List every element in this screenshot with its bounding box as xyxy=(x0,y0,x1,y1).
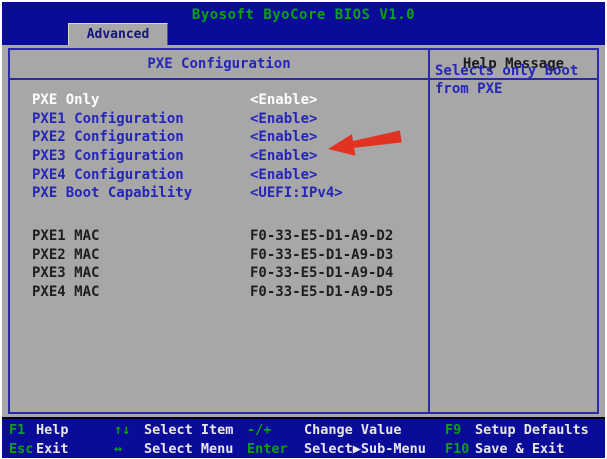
mac-value: F0-33-E5-D1-A9-D4 xyxy=(250,265,393,281)
setting-label: PXE1 Configuration xyxy=(32,111,184,127)
setting-label: PXE Only xyxy=(32,92,99,108)
setting-value[interactable]: <Enable> xyxy=(250,92,317,108)
setting-row-pxe4-configuration[interactable]: PXE4 Configuration <Enable> xyxy=(10,167,428,186)
action-select-menu: Select Menu xyxy=(144,440,233,459)
setting-label: PXE2 Configuration xyxy=(32,129,184,145)
content-frame: PXE Configuration PXE Only <Enable> PXE1… xyxy=(8,48,599,414)
key-hint-enter-submenu: Enter Select▶Sub-Menu xyxy=(247,440,426,459)
key-hint-column: -/+ Change Value Enter Select▶Sub-Menu xyxy=(247,421,426,459)
action-setup-defaults: Setup Defaults xyxy=(475,421,589,440)
key-enter: Enter xyxy=(247,440,304,459)
action-select-item: Select Item xyxy=(144,421,233,440)
mac-label: PXE3 MAC xyxy=(32,265,99,281)
mac-row-pxe4: PXE4 MAC F0-33-E5-D1-A9-D5 xyxy=(10,284,428,303)
key-hint-updown-select-item: ↑↓ Select Item xyxy=(114,421,233,440)
key-hint-leftright-select-menu: ↔ Select Menu xyxy=(114,440,233,459)
main-content: PXE Configuration PXE Only <Enable> PXE1… xyxy=(2,45,605,417)
mac-row-pxe1: PXE1 MAC F0-33-E5-D1-A9-D2 xyxy=(10,228,428,247)
action-change-value: Change Value xyxy=(304,421,402,440)
mac-address-list: PXE1 MAC F0-33-E5-D1-A9-D2 PXE2 MAC F0-3… xyxy=(10,228,428,303)
key-hint-esc-exit: Esc Exit xyxy=(9,440,69,459)
action-help: Help xyxy=(36,421,69,440)
key-f9: F9 xyxy=(445,421,475,440)
key-hint-column: ↑↓ Select Item ↔ Select Menu xyxy=(114,421,233,459)
key-f10: F10 xyxy=(445,440,475,459)
setting-value[interactable]: <UEFI:IPv4> xyxy=(250,185,343,201)
key-hint-f9-setup-defaults: F9 Setup Defaults xyxy=(445,421,589,440)
key-hint-column: F9 Setup Defaults F10 Save & Exit xyxy=(445,421,589,459)
help-pane: Help Message Selects only boot from PXE xyxy=(430,50,597,412)
setting-row-pxe-only[interactable]: PXE Only <Enable> xyxy=(10,92,428,111)
mac-label: PXE2 MAC xyxy=(32,247,99,263)
setting-label: PXE4 Configuration xyxy=(32,167,184,183)
mac-value: F0-33-E5-D1-A9-D3 xyxy=(250,247,393,263)
key-hint-column: F1 Help Esc Exit xyxy=(9,421,69,459)
mac-row-pxe3: PXE3 MAC F0-33-E5-D1-A9-D4 xyxy=(10,265,428,284)
key-esc: Esc xyxy=(9,440,36,459)
mac-value: F0-33-E5-D1-A9-D5 xyxy=(250,284,393,300)
setting-value[interactable]: <Enable> xyxy=(250,148,317,164)
tab-advanced[interactable]: Advanced xyxy=(68,23,168,45)
key-f1: F1 xyxy=(9,421,36,440)
setting-value[interactable]: <Enable> xyxy=(250,111,317,127)
setting-value[interactable]: <Enable> xyxy=(250,167,317,183)
settings-pane-title: PXE Configuration xyxy=(10,50,428,80)
setting-row-pxe1-configuration[interactable]: PXE1 Configuration <Enable> xyxy=(10,111,428,130)
key-minus-plus: -/+ xyxy=(247,421,304,440)
mac-label: PXE1 MAC xyxy=(32,228,99,244)
bios-screen: Byosoft ByoCore BIOS V1.0 Advanced PXE C… xyxy=(2,2,605,456)
mac-row-pxe2: PXE2 MAC F0-33-E5-D1-A9-D3 xyxy=(10,247,428,266)
bios-version-title: Byosoft ByoCore BIOS V1.0 xyxy=(2,7,605,23)
setting-value[interactable]: <Enable> xyxy=(250,129,317,145)
key-hint-f1-help: F1 Help xyxy=(9,421,69,440)
setting-label: PXE Boot Capability xyxy=(32,185,192,201)
action-select-submenu: Select▶Sub-Menu xyxy=(304,440,426,459)
action-save-exit: Save & Exit xyxy=(475,440,564,459)
mac-value: F0-33-E5-D1-A9-D2 xyxy=(250,228,393,244)
key-hint-f10-save-exit: F10 Save & Exit xyxy=(445,440,589,459)
mac-label: PXE4 MAC xyxy=(32,284,99,300)
setting-row-pxe-boot-capability[interactable]: PXE Boot Capability <UEFI:IPv4> xyxy=(10,185,428,204)
key-hint-bar: F1 Help Esc Exit ↑↓ Select Item ↔ Select… xyxy=(2,417,605,458)
setting-label: PXE3 Configuration xyxy=(32,148,184,164)
action-exit: Exit xyxy=(36,440,69,459)
title-bar: Byosoft ByoCore BIOS V1.0 Advanced xyxy=(2,2,605,45)
up-down-arrows-icon: ↑↓ xyxy=(114,421,144,440)
help-message-text: Selects only boot from PXE xyxy=(435,62,593,98)
settings-pane: PXE Configuration PXE Only <Enable> PXE1… xyxy=(10,50,430,412)
left-right-arrows-icon: ↔ xyxy=(114,440,144,459)
key-hint-minusplus-change-value: -/+ Change Value xyxy=(247,421,426,440)
